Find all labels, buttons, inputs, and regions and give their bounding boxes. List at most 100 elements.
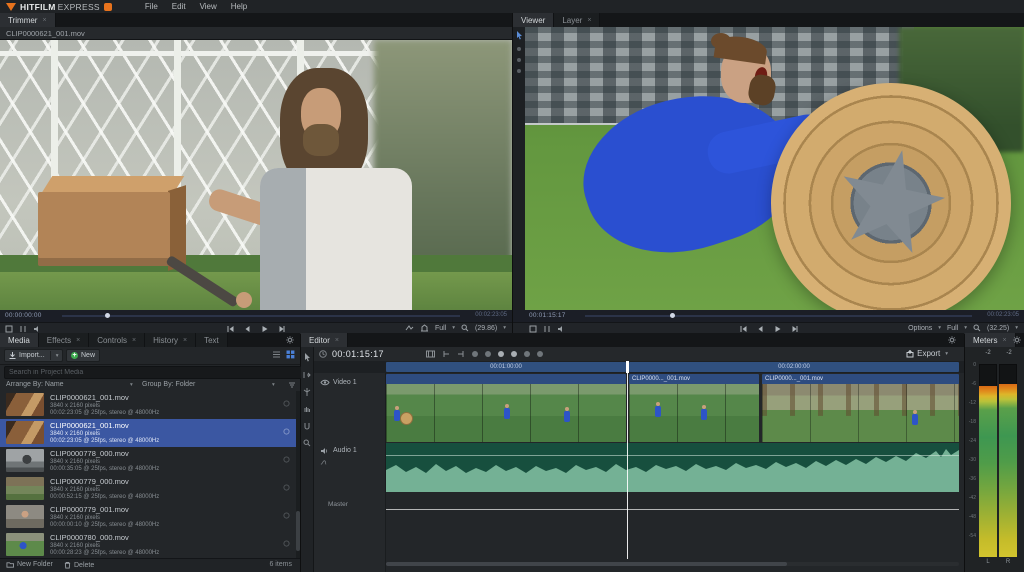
- slice-tool-icon[interactable]: [303, 388, 311, 396]
- chevron-down-icon[interactable]: ▾: [503, 325, 506, 331]
- media-item[interactable]: CLIP0000779_001.mov 3840 x 2160 pixels 0…: [0, 503, 296, 531]
- toggle-icon[interactable]: [485, 351, 491, 357]
- item-options-icon[interactable]: [283, 484, 290, 491]
- toggle-icon[interactable]: [498, 351, 504, 357]
- gear-icon[interactable]: [1013, 336, 1021, 344]
- go-to-start-icon[interactable]: [227, 325, 235, 333]
- toggle-icon[interactable]: [472, 351, 478, 357]
- item-options-icon[interactable]: [283, 540, 290, 547]
- menu-file[interactable]: File: [145, 2, 158, 11]
- trimmer-scrub-track[interactable]: [62, 315, 460, 317]
- item-options-icon[interactable]: [283, 428, 290, 435]
- new-button[interactable]: + New: [66, 349, 100, 362]
- gear-icon[interactable]: [948, 336, 956, 344]
- chevron-down-icon[interactable]: ▾: [452, 325, 455, 331]
- step-forward-icon[interactable]: [790, 325, 798, 333]
- zoom-tool-icon[interactable]: [303, 439, 311, 447]
- master-track-label[interactable]: Master: [328, 501, 348, 508]
- tab-text[interactable]: Text: [196, 333, 228, 347]
- menu-edit[interactable]: Edit: [172, 2, 186, 11]
- tool-icon[interactable]: [517, 58, 521, 62]
- mark-in-icon[interactable]: [442, 350, 450, 358]
- timeline-clip-3[interactable]: CLIP0000..._001.mov: [762, 374, 959, 442]
- timeline-clip-1[interactable]: [386, 374, 626, 442]
- trimmer-scrub-bar[interactable]: 00:00:00:00 00:02:23:05: [0, 310, 512, 322]
- speaker-icon[interactable]: [320, 447, 328, 455]
- media-item[interactable]: CLIP0000779_000.mov 3840 x 2160 pixels 0…: [0, 475, 296, 503]
- ripple-tool-icon[interactable]: [303, 371, 311, 379]
- sort-order-icon[interactable]: [288, 381, 296, 389]
- import-button[interactable]: Import... ▾: [4, 349, 63, 362]
- close-icon[interactable]: ×: [587, 17, 591, 24]
- timeline-playhead-cap[interactable]: [626, 361, 629, 373]
- viewer-video-preview[interactable]: [525, 27, 1024, 310]
- toggle-icon[interactable]: [524, 351, 530, 357]
- snap-tool-icon[interactable]: [303, 422, 311, 430]
- tab-meters[interactable]: Meters ×: [965, 333, 1016, 347]
- menu-help[interactable]: Help: [231, 2, 247, 11]
- media-item[interactable]: CLIP0000780_000.mov 3840 x 2160 pixels 0…: [0, 531, 296, 559]
- master-automation-line[interactable]: [386, 509, 959, 510]
- arrange-by-select[interactable]: Arrange By: Name: [6, 381, 64, 388]
- fit-height-icon[interactable]: [420, 324, 429, 332]
- timeline-h-scrollbar[interactable]: [386, 562, 959, 566]
- trimmer-zoom-level[interactable]: (29.86): [475, 325, 497, 332]
- group-by-select[interactable]: Group By: Folder: [142, 381, 195, 388]
- viewer-playhead-handle[interactable]: [670, 313, 675, 318]
- timeline-ruler[interactable]: 00:01:00:00 00:02:00:00: [314, 361, 964, 373]
- close-icon[interactable]: ×: [132, 337, 136, 344]
- tab-effects[interactable]: Effects×: [39, 333, 89, 347]
- trimmer-playhead-handle[interactable]: [105, 313, 110, 318]
- media-item-selected[interactable]: CLIP0000621_001.mov 3840 x 2160 pixels 0…: [0, 419, 296, 447]
- timeline-playhead[interactable]: [627, 361, 628, 559]
- tool-icon[interactable]: [517, 69, 521, 73]
- gear-icon[interactable]: [286, 336, 294, 344]
- item-options-icon[interactable]: [283, 456, 290, 463]
- new-folder-button[interactable]: New Folder: [6, 561, 53, 568]
- tab-controls[interactable]: Controls×: [89, 333, 145, 347]
- export-frame-icon[interactable]: [529, 325, 537, 333]
- automation-icon[interactable]: [320, 459, 327, 466]
- audio-gain-line[interactable]: [386, 455, 959, 456]
- media-item[interactable]: CLIP0000778_000.mov 3840 x 2160 pixels 0…: [0, 447, 296, 475]
- chevron-down-icon[interactable]: ▾: [938, 325, 941, 331]
- set-in-out-icon[interactable]: [543, 325, 551, 333]
- menu-view[interactable]: View: [200, 2, 217, 11]
- chevron-down-icon[interactable]: ▾: [272, 382, 275, 388]
- play-icon[interactable]: [773, 325, 781, 333]
- mark-out-icon[interactable]: [457, 350, 465, 358]
- close-icon[interactable]: ×: [183, 337, 187, 344]
- editor-timecode[interactable]: 00:01:15:17: [332, 349, 384, 359]
- fit-width-icon[interactable]: [405, 324, 414, 332]
- toggle-icon[interactable]: [511, 351, 517, 357]
- close-icon[interactable]: ×: [76, 337, 80, 344]
- export-button[interactable]: Export ▾: [906, 348, 948, 359]
- media-scrollbar[interactable]: [296, 391, 300, 559]
- close-icon[interactable]: ×: [1002, 337, 1006, 344]
- tab-editor[interactable]: Editor ×: [301, 333, 348, 347]
- item-options-icon[interactable]: [283, 400, 290, 407]
- close-icon[interactable]: ×: [42, 17, 46, 24]
- go-to-start-icon[interactable]: [739, 325, 747, 333]
- close-icon[interactable]: ×: [335, 337, 339, 344]
- chevron-down-icon[interactable]: ▾: [964, 325, 967, 331]
- step-back-icon[interactable]: [244, 325, 252, 333]
- timeline-audio-clip[interactable]: [386, 443, 959, 492]
- step-back-icon[interactable]: [756, 325, 764, 333]
- film-icon[interactable]: [426, 350, 435, 358]
- viewer-fit-select[interactable]: Full: [947, 325, 958, 332]
- tab-viewer[interactable]: Viewer: [513, 13, 554, 27]
- trimmer-fit-select[interactable]: Full: [435, 325, 446, 332]
- list-view-icon[interactable]: [272, 350, 281, 359]
- viewer-zoom-level[interactable]: (32.25): [987, 325, 1009, 332]
- chevron-down-icon[interactable]: ▾: [130, 382, 133, 388]
- thumbnail-view-icon[interactable]: [286, 350, 295, 359]
- play-icon[interactable]: [261, 325, 269, 333]
- tool-icon[interactable]: [517, 47, 521, 51]
- eye-icon[interactable]: [320, 379, 330, 386]
- audio-track-label[interactable]: Audio 1: [333, 447, 357, 454]
- select-tool-icon[interactable]: [516, 31, 523, 40]
- item-options-icon[interactable]: [283, 512, 290, 519]
- media-item[interactable]: CLIP0000621_001.mov 3840 x 2160 pixels 0…: [0, 391, 296, 419]
- tab-history[interactable]: History×: [145, 333, 196, 347]
